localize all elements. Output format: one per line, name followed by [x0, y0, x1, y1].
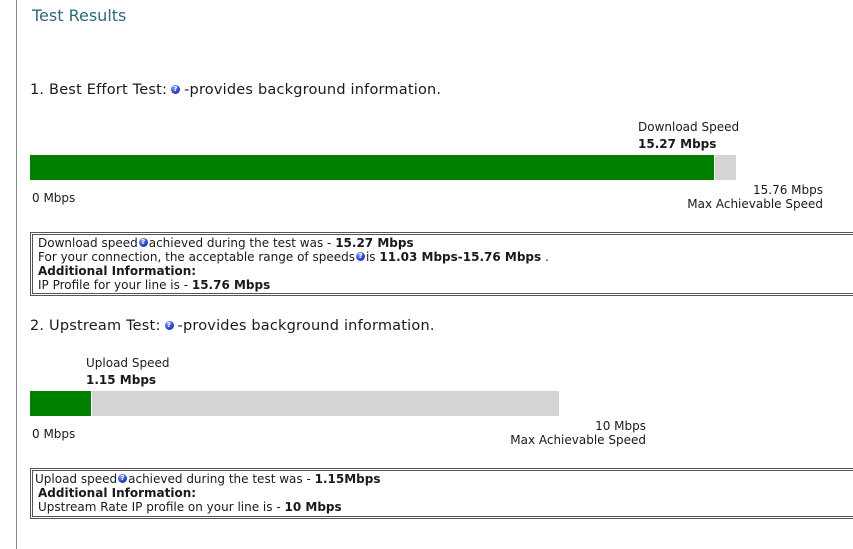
acceptable-range-text-2: is [365, 250, 376, 264]
best-effort-additional-label: Additional Information: [38, 264, 197, 278]
upload-achieved-line: Upload speed? achieved during the test wa… [35, 472, 852, 486]
ip-profile-text: IP Profile for your line is - [38, 278, 189, 292]
page-title: Test Results [32, 6, 127, 25]
left-border-rule [16, 0, 17, 549]
upstream-ip-profile-text: Upstream Rate IP profile on your line is… [38, 500, 281, 514]
upload-speed-bar [30, 391, 559, 416]
upstream-additional-label: Additional Information: [38, 486, 197, 500]
download-speed-value: 15.27 Mbps [638, 137, 717, 151]
download-min-label: 0 Mbps [32, 191, 76, 205]
acceptable-range-line: For your connection, the acceptable rang… [38, 250, 852, 264]
upstream-ip-profile-value: 10 Mbps [284, 500, 342, 514]
upstream-heading-label: 2. Upstream Test: [30, 318, 161, 334]
download-achieved-line: Download speed? achieved during the test … [38, 236, 852, 250]
upload-speed-caption: Upload Speed [86, 356, 170, 370]
best-effort-help-icon[interactable]: ? [171, 84, 181, 94]
upstream-heading-note: -provides background information. [177, 318, 435, 334]
upload-achieved-value: 1.15Mbps [314, 472, 381, 486]
ip-profile-line: IP Profile for your line is - 15.76 Mbps [38, 278, 852, 292]
download-achieved-value: 15.27 Mbps [335, 236, 414, 250]
upstream-ip-profile-line: Upstream Rate IP profile on your line is… [38, 500, 852, 514]
upload-speed-value: 1.15 Mbps [86, 373, 157, 387]
upstream-additional-heading: Additional Information: [38, 486, 852, 500]
download-achieved-text-2: achieved during the test was - [148, 236, 332, 250]
upstream-heading: 2. Upstream Test:? -provides background i… [30, 318, 435, 334]
best-effort-info-box: Download speed? achieved during the test … [30, 232, 853, 296]
best-effort-heading: 1. Best Effort Test:? -provides backgroun… [30, 82, 441, 98]
upload-min-label: 0 Mbps [32, 427, 76, 441]
upload-speed-help-icon[interactable]: ? [118, 474, 128, 483]
best-effort-additional-heading: Additional Information: [38, 264, 852, 278]
download-speed-caption: Download Speed [638, 120, 740, 134]
upstream-help-icon[interactable]: ? [164, 320, 174, 330]
acceptable-range-value: 11.03 Mbps-15.76 Mbps [379, 250, 542, 264]
ip-profile-value: 15.76 Mbps [191, 278, 271, 292]
download-max-value: 15.76 Mbps [752, 183, 823, 197]
download-max-caption: Max Achievable Speed [687, 197, 823, 211]
upload-achieved-text: Upload speed [35, 472, 118, 486]
download-speed-help-icon[interactable]: ? [138, 238, 148, 247]
best-effort-heading-note: -provides background information. [184, 82, 442, 98]
upload-speed-bar-fill [30, 391, 92, 416]
best-effort-heading-label: 1. Best Effort Test: [30, 82, 168, 98]
acceptable-range-end: . [545, 250, 549, 264]
acceptable-range-text: For your connection, the acceptable rang… [38, 250, 355, 264]
upstream-info-box: Upload speed? achieved during the test wa… [30, 468, 853, 519]
upload-max-value: 10 Mbps [595, 419, 646, 433]
download-achieved-text: Download speed [38, 236, 138, 250]
download-speed-bar-fill [30, 155, 716, 180]
download-speed-bar [30, 155, 736, 180]
upload-achieved-text-2: achieved during the test was - [128, 472, 311, 486]
upload-max-caption: Max Achievable Speed [510, 433, 646, 447]
acceptable-range-help-icon[interactable]: ? [355, 252, 365, 261]
